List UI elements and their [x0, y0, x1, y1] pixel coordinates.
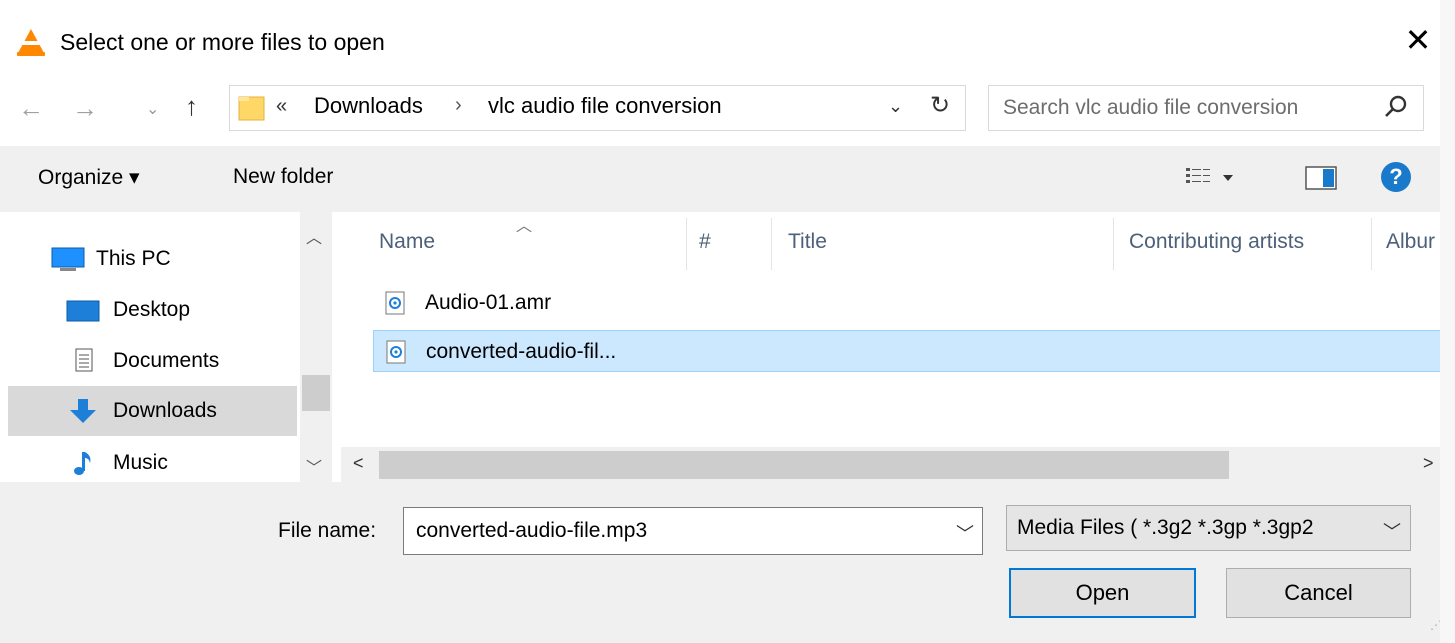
column-header-album[interactable]: Albur [1386, 230, 1435, 254]
chevron-down-icon[interactable]: ﹀ [956, 520, 974, 546]
column-divider[interactable] [1371, 218, 1372, 270]
computer-icon [51, 247, 85, 271]
downloads-icon [70, 399, 96, 423]
search-box[interactable] [988, 85, 1424, 131]
refresh-button[interactable]: ↻ [930, 91, 950, 120]
audio-file-icon [386, 340, 406, 364]
address-bar[interactable]: « Downloads › vlc audio file conversion … [229, 85, 966, 131]
recent-locations-button[interactable]: ⌄ [146, 95, 159, 125]
file-row[interactable]: Audio-01.amr [373, 282, 1455, 324]
sidebar-item-downloads[interactable]: Downloads [8, 386, 297, 436]
sidebar-item-this-pc[interactable]: This PC [8, 234, 297, 284]
column-divider[interactable] [1113, 218, 1114, 270]
file-list: ︿ Name # Title Contributing artists Albu… [341, 212, 1455, 482]
window-edge [1440, 0, 1455, 643]
file-list-horizontal-scrollbar[interactable]: < > [341, 447, 1455, 482]
audio-file-icon [385, 291, 405, 315]
navigation-pane: This PC Desktop Documents Downloads Musi… [0, 212, 330, 482]
documents-icon [75, 348, 93, 372]
forward-button[interactable]: → [72, 93, 98, 123]
file-row-selected[interactable]: converted-audio-fil... [373, 330, 1455, 372]
organize-menu-button[interactable]: Organize ▾ [38, 165, 140, 190]
scroll-right-arrow-icon[interactable]: > [1423, 453, 1434, 474]
cancel-button[interactable]: Cancel [1226, 568, 1411, 618]
sidebar-item-label: Downloads [113, 399, 217, 422]
breadcrumb-downloads[interactable]: Downloads [314, 93, 423, 119]
column-divider[interactable] [771, 218, 772, 270]
sidebar-item-label: Music [113, 451, 168, 474]
vlc-cone-icon [17, 29, 45, 56]
file-name-combobox[interactable]: ﹀ [403, 507, 983, 555]
column-header-title[interactable]: Title [788, 230, 827, 254]
sidebar-item-desktop[interactable]: Desktop [8, 285, 297, 335]
command-toolbar: Organize ▾ New folder ? [0, 146, 1440, 212]
help-icon[interactable]: ? [1381, 162, 1411, 192]
file-name: Audio-01.amr [425, 291, 552, 314]
music-icon [74, 452, 91, 475]
navigation-pane-scrollbar[interactable]: ︿ ﹀ [300, 212, 332, 482]
chevron-down-icon[interactable]: ﹀ [1383, 518, 1401, 544]
folder-icon [238, 96, 265, 121]
file-type-dropdown[interactable]: Media Files ( *.3g2 *.3gp *.3gp2 ﹀ [1006, 505, 1411, 551]
file-type-selected: Media Files ( *.3g2 *.3gp *.3gp2 [1017, 516, 1314, 539]
search-icon[interactable] [1383, 94, 1409, 120]
desktop-icon [66, 300, 100, 322]
column-header-number[interactable]: # [699, 230, 711, 254]
search-input[interactable] [1003, 96, 1363, 120]
sidebar-item-label: Documents [113, 349, 220, 372]
column-header-contributing-artists[interactable]: Contributing artists [1129, 230, 1304, 254]
breadcrumb-separator[interactable]: › [455, 94, 462, 117]
title-bar: Select one or more files to open ✕ [0, 0, 1455, 82]
address-dropdown-button[interactable]: ⌄ [888, 96, 903, 117]
up-button[interactable]: ↑ [185, 91, 198, 121]
scroll-left-arrow-icon[interactable]: < [353, 453, 364, 474]
change-view-icon[interactable] [1185, 164, 1235, 192]
new-folder-button[interactable]: New folder [233, 165, 333, 189]
dialog-title: Select one or more files to open [60, 29, 385, 55]
sidebar-item-label: This PC [96, 247, 171, 270]
preview-pane-icon[interactable] [1305, 166, 1337, 190]
address-overflow-chevron[interactable]: « [276, 95, 287, 118]
sidebar-item-documents[interactable]: Documents [8, 336, 297, 386]
dialog-footer: File name: ﹀ Media Files ( *.3g2 *.3gp *… [0, 482, 1455, 643]
back-button[interactable]: ← [18, 93, 44, 123]
file-name-input[interactable] [416, 519, 936, 543]
scrollbar-thumb[interactable] [302, 375, 330, 411]
column-divider[interactable] [686, 218, 687, 270]
scroll-up-arrow-icon[interactable]: ︿ [306, 224, 322, 248]
open-button[interactable]: Open [1009, 568, 1196, 618]
sidebar-item-label: Desktop [113, 298, 191, 321]
file-name: converted-audio-fil... [426, 340, 617, 363]
breadcrumb-current-folder[interactable]: vlc audio file conversion [488, 93, 722, 119]
column-header-name[interactable]: Name [379, 230, 435, 254]
sort-ascending-icon: ︿ [516, 218, 533, 235]
close-button[interactable]: ✕ [1398, 20, 1438, 60]
scrollbar-thumb[interactable] [379, 451, 1229, 479]
sidebar-item-music[interactable]: Music [8, 438, 297, 488]
file-name-label: File name: [278, 519, 377, 542]
scroll-down-arrow-icon[interactable]: ﹀ [306, 454, 322, 478]
